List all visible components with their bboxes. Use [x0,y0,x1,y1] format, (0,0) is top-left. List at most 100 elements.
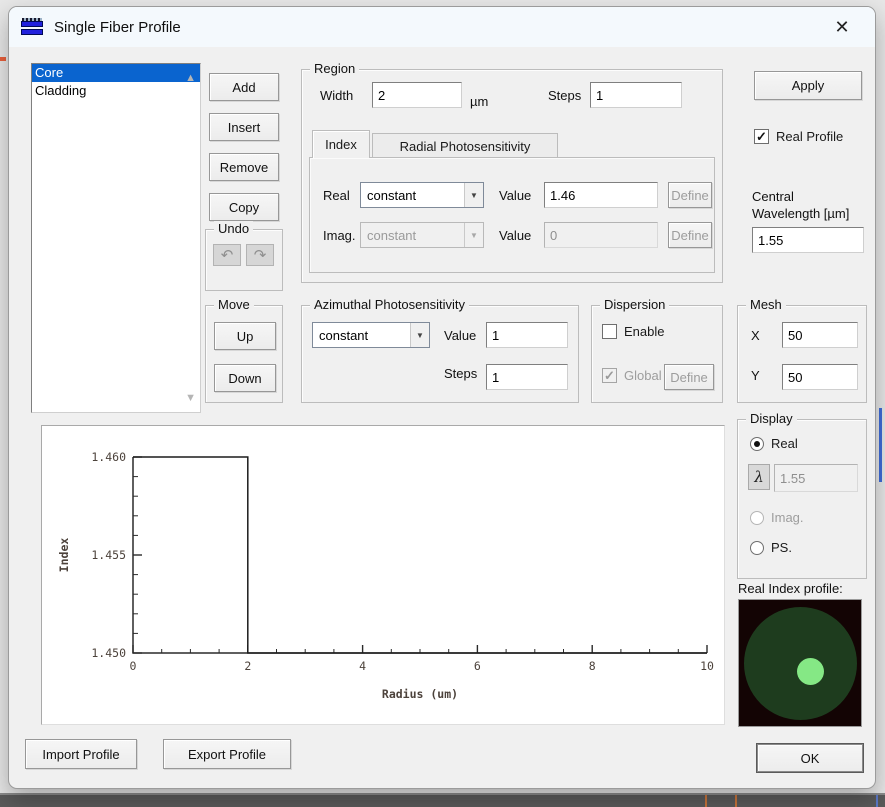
svg-text:1.460: 1.460 [91,450,126,464]
lambda-icon[interactable]: λ [748,464,770,490]
radio-icon [750,510,764,525]
undo-group-label: Undo [214,221,254,237]
radio-icon [750,540,764,555]
central-wavelength-label: Central [752,189,794,204]
svg-text:Index: Index [57,538,71,573]
display-imag-radio[interactable]: Imag. [750,510,804,525]
core-dot [797,658,824,685]
checkbox-check-icon: ✓ [602,368,617,383]
imag-index-label: Imag. [323,228,356,243]
tab-radial-photosensitivity[interactable]: Radial Photosensitivity [372,133,558,158]
dispersion-enable-checkbox[interactable]: Enable [602,324,664,339]
mesh-group: Mesh X 50 Y 50 [737,297,867,403]
chevron-down-icon: ▼ [410,323,429,347]
mesh-group-label: Mesh [746,297,786,313]
ok-button[interactable]: OK [756,743,864,773]
redo-icon[interactable]: ↷ [246,244,274,266]
scroll-down-icon[interactable]: ▼ [185,392,196,404]
real-value-label: Value [499,188,532,203]
azimuthal-group: Azimuthal Photosensitivity constant ▼ Va… [301,297,579,403]
svg-text:Radius (um): Radius (um) [382,687,458,701]
background-artifact [0,57,6,61]
background-app-strip [0,793,885,807]
azimuthal-group-label: Azimuthal Photosensitivity [310,297,470,313]
imag-index-mode-select[interactable]: constant ▼ [360,222,484,248]
checkbox-check-icon: ✓ [754,129,769,144]
add-button[interactable]: Add [209,73,279,101]
titlebar: Single Fiber Profile ✕ [9,7,875,47]
mesh-y-label: Y [751,368,760,383]
app-icon [21,18,45,36]
background-ruler-tick [876,795,878,807]
profile-chart-panel: 0 2 4 6 8 10 1.450 1.455 1.460 Radius (um) Index [41,425,725,725]
move-group-label: Move [214,297,254,313]
list-item[interactable]: Core [32,64,200,82]
svg-text:1.450: 1.450 [91,646,126,660]
index-profile-preview [738,599,862,727]
mesh-x-label: X [751,328,760,343]
index-tab-panel: Real constant ▼ Value 1.46 Define Imag. … [309,157,715,273]
svg-text:10: 10 [700,659,714,673]
azimuthal-steps-input[interactable]: 1 [486,364,568,390]
svg-text:1.455: 1.455 [91,548,126,562]
remove-button[interactable]: Remove [209,153,279,181]
dispersion-define-button[interactable]: Define [664,364,714,390]
svg-text:4: 4 [359,659,366,673]
single-fiber-profile-dialog: Single Fiber Profile ✕ Core Cladding ▲ ▼… [8,6,876,789]
scroll-up-icon[interactable]: ▲ [185,72,196,84]
preview-label: Real Index profile: [738,581,843,596]
export-profile-button[interactable]: Export Profile [163,739,291,769]
svg-text:0: 0 [130,659,137,673]
checkbox-box [602,324,617,339]
display-group-label: Display [746,411,797,427]
move-down-button[interactable]: Down [214,364,276,392]
display-ps-radio[interactable]: PS. [750,540,792,555]
mesh-x-input[interactable]: 50 [782,322,858,348]
central-wavelength-label-2: Wavelength [µm] [752,206,850,221]
dispersion-group: Dispersion Enable ✓ Global Define [591,297,723,403]
display-wavelength-input[interactable]: 1.55 [774,464,858,492]
azimuthal-steps-label: Steps [444,366,478,381]
insert-button[interactable]: Insert [209,113,279,141]
region-group: Region Width 2 µm Steps 1 Index Radial P… [301,61,723,283]
steps-input[interactable]: 1 [590,82,682,108]
central-wavelength-input[interactable]: 1.55 [752,227,864,253]
background-ruler-tick [735,795,737,807]
chevron-down-icon: ▼ [464,223,483,247]
real-profile-checkbox[interactable]: ✓ Real Profile [754,129,843,144]
apply-button[interactable]: Apply [754,71,862,100]
real-index-mode-select[interactable]: constant ▼ [360,182,484,208]
dispersion-global-checkbox[interactable]: ✓ Global [602,368,662,383]
steps-label: Steps [548,88,582,103]
background-artifact [879,408,882,482]
imag-value-input[interactable]: 0 [544,222,658,248]
move-up-button[interactable]: Up [214,322,276,350]
layer-list[interactable]: Core Cladding ▲ ▼ [31,63,201,413]
window-title: Single Fiber Profile [54,18,181,36]
svg-text:8: 8 [589,659,596,673]
imag-define-button[interactable]: Define [668,222,712,248]
copy-button[interactable]: Copy [209,193,279,221]
svg-text:6: 6 [474,659,481,673]
width-unit-label: µm [470,94,489,109]
width-input[interactable]: 2 [372,82,462,108]
width-label: Width [320,88,354,103]
radio-icon [750,436,764,451]
azimuthal-value-input[interactable]: 1 [486,322,568,348]
move-group: Move Up Down [205,297,283,403]
list-item[interactable]: Cladding [32,82,200,100]
undo-icon[interactable]: ↶ [213,244,241,266]
real-define-button[interactable]: Define [668,182,712,208]
close-icon[interactable]: ✕ [825,13,859,41]
region-group-label: Region [310,61,360,77]
undo-group: Undo ↶ ↷ [205,221,283,291]
display-group: Display Real λ 1.55 Imag. PS. [737,411,867,579]
real-value-input[interactable]: 1.46 [544,182,658,208]
chevron-down-icon: ▼ [464,183,483,207]
mesh-y-input[interactable]: 50 [782,364,858,390]
import-profile-button[interactable]: Import Profile [25,739,137,769]
azimuthal-mode-select[interactable]: constant ▼ [312,322,430,348]
tab-index[interactable]: Index [312,130,370,158]
real-index-label: Real [323,188,350,203]
display-real-radio[interactable]: Real [750,436,798,451]
